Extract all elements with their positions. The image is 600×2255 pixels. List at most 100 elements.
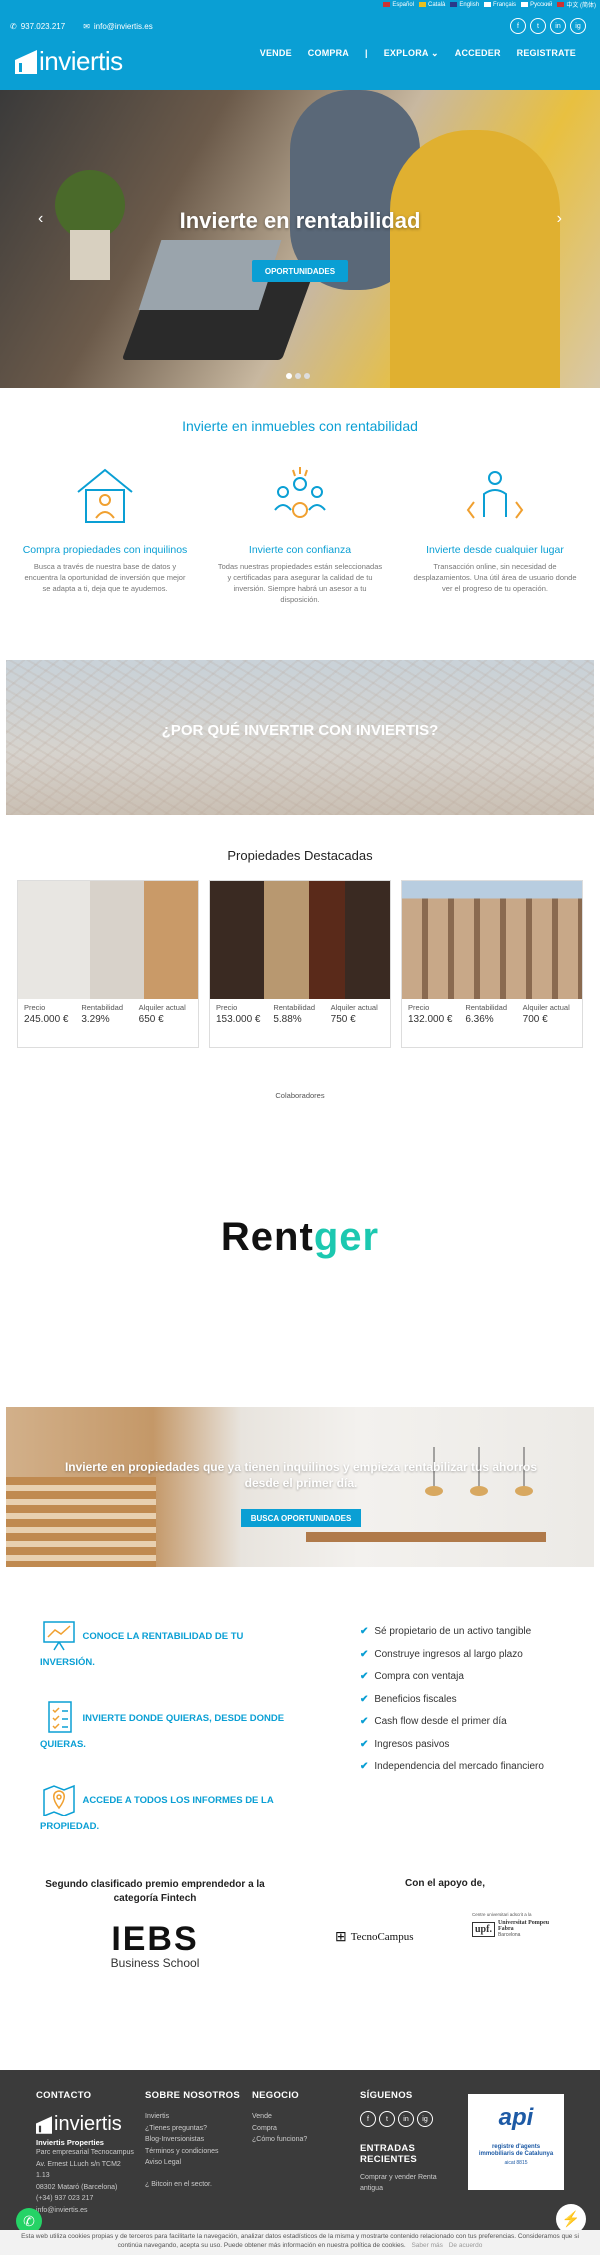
featured-title: Propiedades Destacadas bbox=[227, 848, 373, 863]
instagram-icon[interactable]: ig bbox=[417, 2111, 433, 2127]
site-footer: CONTACTO inviertis Inviertis Properties … bbox=[0, 2070, 600, 2234]
upf-caption: Centre universitari adscrit a la bbox=[472, 1912, 532, 1917]
service-donde[interactable]: INVIERTE DONDE QUIERAS, DESDE DONDE QUIE… bbox=[40, 1700, 300, 1755]
nav-divider: | bbox=[365, 48, 368, 58]
benefit-text: Ingresos pasivos bbox=[374, 1738, 450, 1750]
why-banner: ¿POR QUÉ INVERTIR CON INVIERTIS? bbox=[6, 660, 594, 815]
footer-link[interactable]: Vende bbox=[252, 2111, 342, 2123]
footer-link[interactable]: ¿Cómo funciona? bbox=[252, 2134, 342, 2146]
footer-link[interactable]: ¿ Bitcoin en el sector. bbox=[145, 2179, 245, 2191]
phone-link[interactable]: ✆ 937.023.217 bbox=[10, 22, 65, 31]
email-link[interactable]: ✉ info@inviertis.es bbox=[83, 22, 153, 31]
benefit-item: ✔ Construye ingresos al largo plazo bbox=[360, 1648, 560, 1662]
person-arrows-icon bbox=[460, 462, 530, 532]
property-card[interactable]: Precio 245.000 € Rentabilidad 3.29% Alquil… bbox=[17, 880, 199, 1048]
logo-text: inviertis bbox=[39, 46, 123, 76]
footer-social: f t in ig bbox=[360, 2111, 460, 2127]
iebs-logo-text: IEBS bbox=[111, 1920, 199, 1958]
nav-vende[interactable]: VENDE bbox=[260, 48, 292, 59]
footer-email[interactable]: info@inviertis.es bbox=[36, 2205, 136, 2217]
busca-oportunidades-button[interactable]: BUSCA OPORTUNIDADES bbox=[241, 1509, 361, 1527]
benefit-text: Compra con ventaja bbox=[374, 1671, 464, 1682]
slider-dot[interactable] bbox=[295, 373, 301, 379]
iebs-logo[interactable]: IEBS Business School bbox=[100, 1922, 210, 1970]
oportunidades-button[interactable]: OPORTUNIDADES bbox=[252, 260, 348, 282]
slider-dot[interactable] bbox=[304, 373, 310, 379]
cookie-more-link[interactable]: Saber más bbox=[411, 2242, 442, 2249]
cookie-text: Esta web utiliza cookies propias y de te… bbox=[21, 2233, 579, 2249]
feature-text: Todas nuestras propiedades están selecci… bbox=[217, 562, 383, 604]
flag-icon bbox=[521, 2, 529, 7]
cookie-banner: Esta web utiliza cookies propias y de te… bbox=[0, 2230, 600, 2255]
upf-logo[interactable]: Centre universitari adscrit a la upf. Un… bbox=[472, 1912, 562, 1938]
upf-sub: Barcelona bbox=[497, 1932, 521, 1938]
footer-link[interactable]: Inviertis bbox=[145, 2111, 245, 2123]
price-value: 153.000 € bbox=[216, 1014, 261, 1025]
intro-title: Invierte en inmuebles con rentabilidad bbox=[182, 418, 418, 434]
facebook-icon[interactable]: f bbox=[360, 2111, 376, 2127]
nav-compra[interactable]: COMPRA bbox=[308, 48, 349, 59]
footer-logo[interactable]: inviertis bbox=[36, 2113, 136, 2136]
nav-acceder[interactable]: ACCEDER bbox=[455, 48, 501, 59]
footer-company: Inviertis Properties bbox=[36, 2138, 104, 2147]
benefit-text: Sé propietario de un activo tangible bbox=[374, 1626, 532, 1637]
property-card[interactable]: Precio 132.000 € Rentabilidad 6.36% Alquil… bbox=[401, 880, 583, 1048]
tecnocampus-logo[interactable]: ⊞ TecnoCampus bbox=[335, 1928, 414, 1945]
slider-dots bbox=[286, 373, 310, 379]
footer-phone[interactable]: (+34) 937 023 217 bbox=[36, 2193, 136, 2205]
map-pin-icon bbox=[40, 1782, 78, 1818]
benefit-text: Beneficios fiscales bbox=[374, 1693, 457, 1705]
footer-recent-post[interactable]: Comprar y vender Renta antigua bbox=[360, 2172, 455, 2195]
lang-ca[interactable]: Català bbox=[419, 0, 445, 9]
lang-fr[interactable]: Français bbox=[484, 0, 516, 9]
price-label: Precio bbox=[408, 1003, 430, 1012]
benefit-item: ✔ Ingresos pasivos bbox=[360, 1738, 560, 1752]
lang-en[interactable]: English bbox=[450, 0, 479, 9]
rent-label: Alquiler actual bbox=[522, 1003, 570, 1012]
footer-link[interactable]: Compra bbox=[252, 2123, 342, 2135]
hero-slider: ‹ › Invierte en rentabilidad OPORTUNIDAD… bbox=[0, 90, 600, 388]
footer-heading: SOBRE NOSOTROS bbox=[145, 2090, 240, 2101]
cookie-accept-button[interactable]: De acuerdo bbox=[449, 2242, 483, 2249]
document-checklist-icon bbox=[40, 1700, 78, 1734]
nav-registrate[interactable]: REGISTRATE bbox=[517, 48, 576, 59]
api-badge[interactable]: api registre d'agents immobiliaris de Ca… bbox=[468, 2094, 564, 2190]
facebook-icon[interactable]: f bbox=[510, 18, 526, 34]
service-rentabilidad[interactable]: CONOCE LA RENTABILIDAD DE TU INVERSIÓN. bbox=[40, 1618, 300, 1673]
header-social: f t in ig bbox=[510, 18, 586, 34]
slider-dot[interactable] bbox=[286, 373, 292, 379]
twitter-icon[interactable]: t bbox=[379, 2111, 395, 2127]
linkedin-icon[interactable]: in bbox=[550, 18, 566, 34]
why-title[interactable]: ¿POR QUÉ INVERTIR CON INVIERTIS? bbox=[6, 722, 594, 739]
benefit-item: ✔ Sé propietario de un activo tangible bbox=[360, 1625, 560, 1639]
property-photo bbox=[210, 881, 390, 999]
tecnocampus-text: TecnoCampus bbox=[350, 1930, 414, 1943]
award-title: Segundo clasificado premio emprendedor a… bbox=[45, 1879, 265, 1904]
footer-link[interactable]: Términos y condiciones bbox=[145, 2146, 245, 2158]
twitter-icon[interactable]: t bbox=[530, 18, 546, 34]
property-card[interactable]: Precio 153.000 € Rentabilidad 5.88% Alquil… bbox=[209, 880, 391, 1048]
rentger-logo[interactable]: Rentger bbox=[0, 1215, 600, 1260]
price-label: Precio bbox=[216, 1003, 238, 1012]
rentger-logo-part: ger bbox=[313, 1215, 380, 1259]
footer-link[interactable]: ¿Tienes preguntas? bbox=[145, 2123, 245, 2135]
lang-zh[interactable]: 中文 (简体) bbox=[557, 0, 596, 9]
property-info: Precio 245.000 € Rentabilidad 3.29% Alquil… bbox=[18, 999, 198, 1029]
footer-link[interactable]: Blog-Inversionistas bbox=[145, 2134, 245, 2146]
lang-ru[interactable]: Pусский bbox=[521, 0, 552, 9]
bar-counter-photo bbox=[306, 1532, 546, 1542]
nav-explora[interactable]: EXPLORA ⌄ bbox=[384, 48, 439, 59]
house-user-icon bbox=[70, 462, 140, 532]
footer-address-line: Parc empresarial Tecnocampus bbox=[36, 2149, 134, 2156]
site-logo[interactable]: inviertis bbox=[15, 46, 123, 77]
tecnocampus-icon: ⊞ bbox=[335, 1928, 347, 1944]
instagram-icon[interactable]: ig bbox=[570, 18, 586, 34]
linkedin-icon[interactable]: in bbox=[398, 2111, 414, 2127]
lang-es[interactable]: Español bbox=[383, 0, 414, 9]
service-informes[interactable]: ACCEDE A TODOS LOS INFORMES DE LA PROPIE… bbox=[40, 1782, 300, 1837]
footer-link[interactable]: Aviso Legal bbox=[145, 2157, 245, 2169]
upf-name: Universitat Pompeu Fabra bbox=[497, 1920, 550, 1932]
team-award-icon bbox=[265, 462, 335, 532]
rent-value: 750 € bbox=[330, 1014, 356, 1025]
footer-heading: ENTRADAS RECIENTES bbox=[360, 2143, 418, 2166]
